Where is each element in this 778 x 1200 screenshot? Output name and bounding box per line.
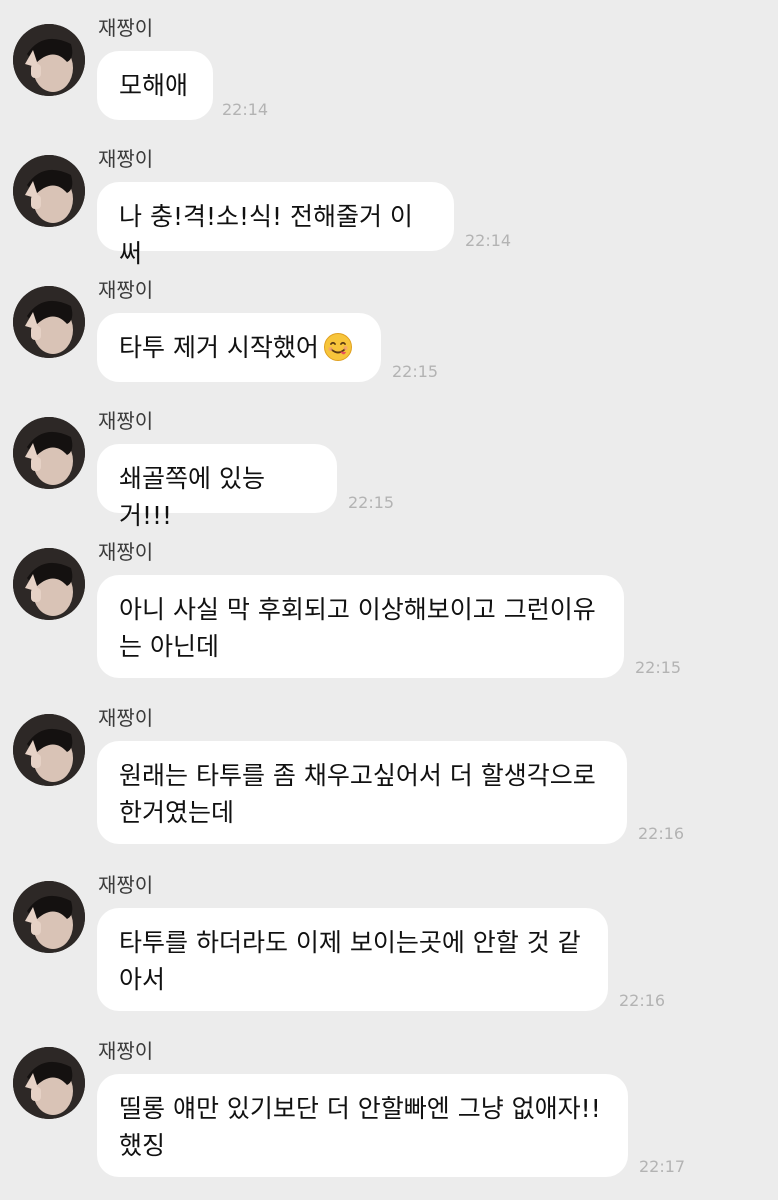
avatar[interactable] xyxy=(13,881,85,953)
profile-photo xyxy=(13,714,85,786)
sender-name: 재짱이 xyxy=(98,873,154,897)
message-time: 22:17 xyxy=(639,1157,686,1176)
profile-photo xyxy=(13,155,85,227)
message-bubble[interactable]: 쇄골쪽에 있능거!!! xyxy=(97,444,337,530)
avatar[interactable] xyxy=(13,286,85,358)
message-row: 재짱이 모해애 22:14 xyxy=(0,0,778,130)
message-time: 22:15 xyxy=(348,493,395,512)
message-time: 22:16 xyxy=(619,991,666,1010)
message-bubble[interactable]: 원래는 타투를 좀 채우고싶어서 더 할생각으로 한거였는데 xyxy=(97,741,627,844)
sender-name: 재짱이 xyxy=(98,1039,154,1063)
message-row: 재짱이 타투를 하더라도 이제 보이는곳에 안할 것 같 아서 22:16 xyxy=(0,857,778,1023)
message-row: 재짱이 원래는 타투를 좀 채우고싶어서 더 할생각으로 한거였는데 22:16 xyxy=(0,690,778,856)
message-text: 띨롱 얘만 있기보단 더 안할빠엔 그냥 없애자!! 했징 xyxy=(119,1094,601,1160)
message-time: 22:14 xyxy=(222,100,269,119)
message-bubble[interactable]: 타투를 하더라도 이제 보이는곳에 안할 것 같 아서 xyxy=(97,908,608,1011)
yum-face-icon xyxy=(323,332,353,372)
avatar[interactable] xyxy=(13,548,85,620)
message-text: 원래는 타투를 좀 채우고싶어서 더 할생각으로 한거였는데 xyxy=(119,761,596,827)
profile-photo xyxy=(13,24,85,96)
message-bubble[interactable]: 모해애 xyxy=(97,51,213,120)
message-text: 쇄골쪽에 있능거!!! xyxy=(119,464,265,530)
message-time: 22:15 xyxy=(392,362,439,381)
message-text: 나 충!격!소!식! 전해줄거 이써 xyxy=(119,202,413,268)
message-bubble[interactable]: 타투 제거 시작했어 xyxy=(97,313,381,382)
avatar[interactable] xyxy=(13,155,85,227)
sender-name: 재짱이 xyxy=(98,540,154,564)
avatar[interactable] xyxy=(13,1047,85,1119)
profile-photo xyxy=(13,881,85,953)
avatar[interactable] xyxy=(13,24,85,96)
avatar[interactable] xyxy=(13,714,85,786)
message-text: 타투를 하더라도 이제 보이는곳에 안할 것 같 아서 xyxy=(119,928,581,994)
message-time: 22:14 xyxy=(465,231,512,250)
message-row: 재짱이 아니 사실 막 후회되고 이상해보이고 그런이유 는 아닌데 22:15 xyxy=(0,524,778,690)
message-row: 재짱이 나 충!격!소!식! 전해줄거 이써 22:14 xyxy=(0,131,778,268)
chat-view[interactable]: 재짱이 모해애 22:14 재짱이 나 충!격!소!식! 전해줄거 이써 22:… xyxy=(0,0,778,1200)
profile-photo xyxy=(13,286,85,358)
message-text: 타투 제거 시작했어 xyxy=(119,333,319,362)
message-text: 모해애 xyxy=(119,71,189,100)
message-row: 재짱이 쇄골쪽에 있능거!!! 22:15 xyxy=(0,393,778,530)
profile-photo xyxy=(13,1047,85,1119)
message-row: 재짱이 띨롱 얘만 있기보단 더 안할빠엔 그냥 없애자!! 했징 22:17 xyxy=(0,1023,778,1200)
sender-name: 재짱이 xyxy=(98,16,154,40)
message-bubble[interactable]: 나 충!격!소!식! 전해줄거 이써 xyxy=(97,182,454,268)
message-bubble[interactable]: 띨롱 얘만 있기보단 더 안할빠엔 그냥 없애자!! 했징 xyxy=(97,1074,628,1177)
sender-name: 재짱이 xyxy=(98,147,154,171)
message-time: 22:15 xyxy=(635,658,682,677)
sender-name: 재짱이 xyxy=(98,706,154,730)
message-row: 재짱이 타투 제거 시작했어 22:15 xyxy=(0,262,778,392)
avatar[interactable] xyxy=(13,417,85,489)
sender-name: 재짱이 xyxy=(98,278,154,302)
message-bubble[interactable]: 아니 사실 막 후회되고 이상해보이고 그런이유 는 아닌데 xyxy=(97,575,624,678)
message-text: 아니 사실 막 후회되고 이상해보이고 그런이유 는 아닌데 xyxy=(119,595,596,661)
message-time: 22:16 xyxy=(638,824,685,843)
sender-name: 재짱이 xyxy=(98,409,154,433)
profile-photo xyxy=(13,417,85,489)
profile-photo xyxy=(13,548,85,620)
